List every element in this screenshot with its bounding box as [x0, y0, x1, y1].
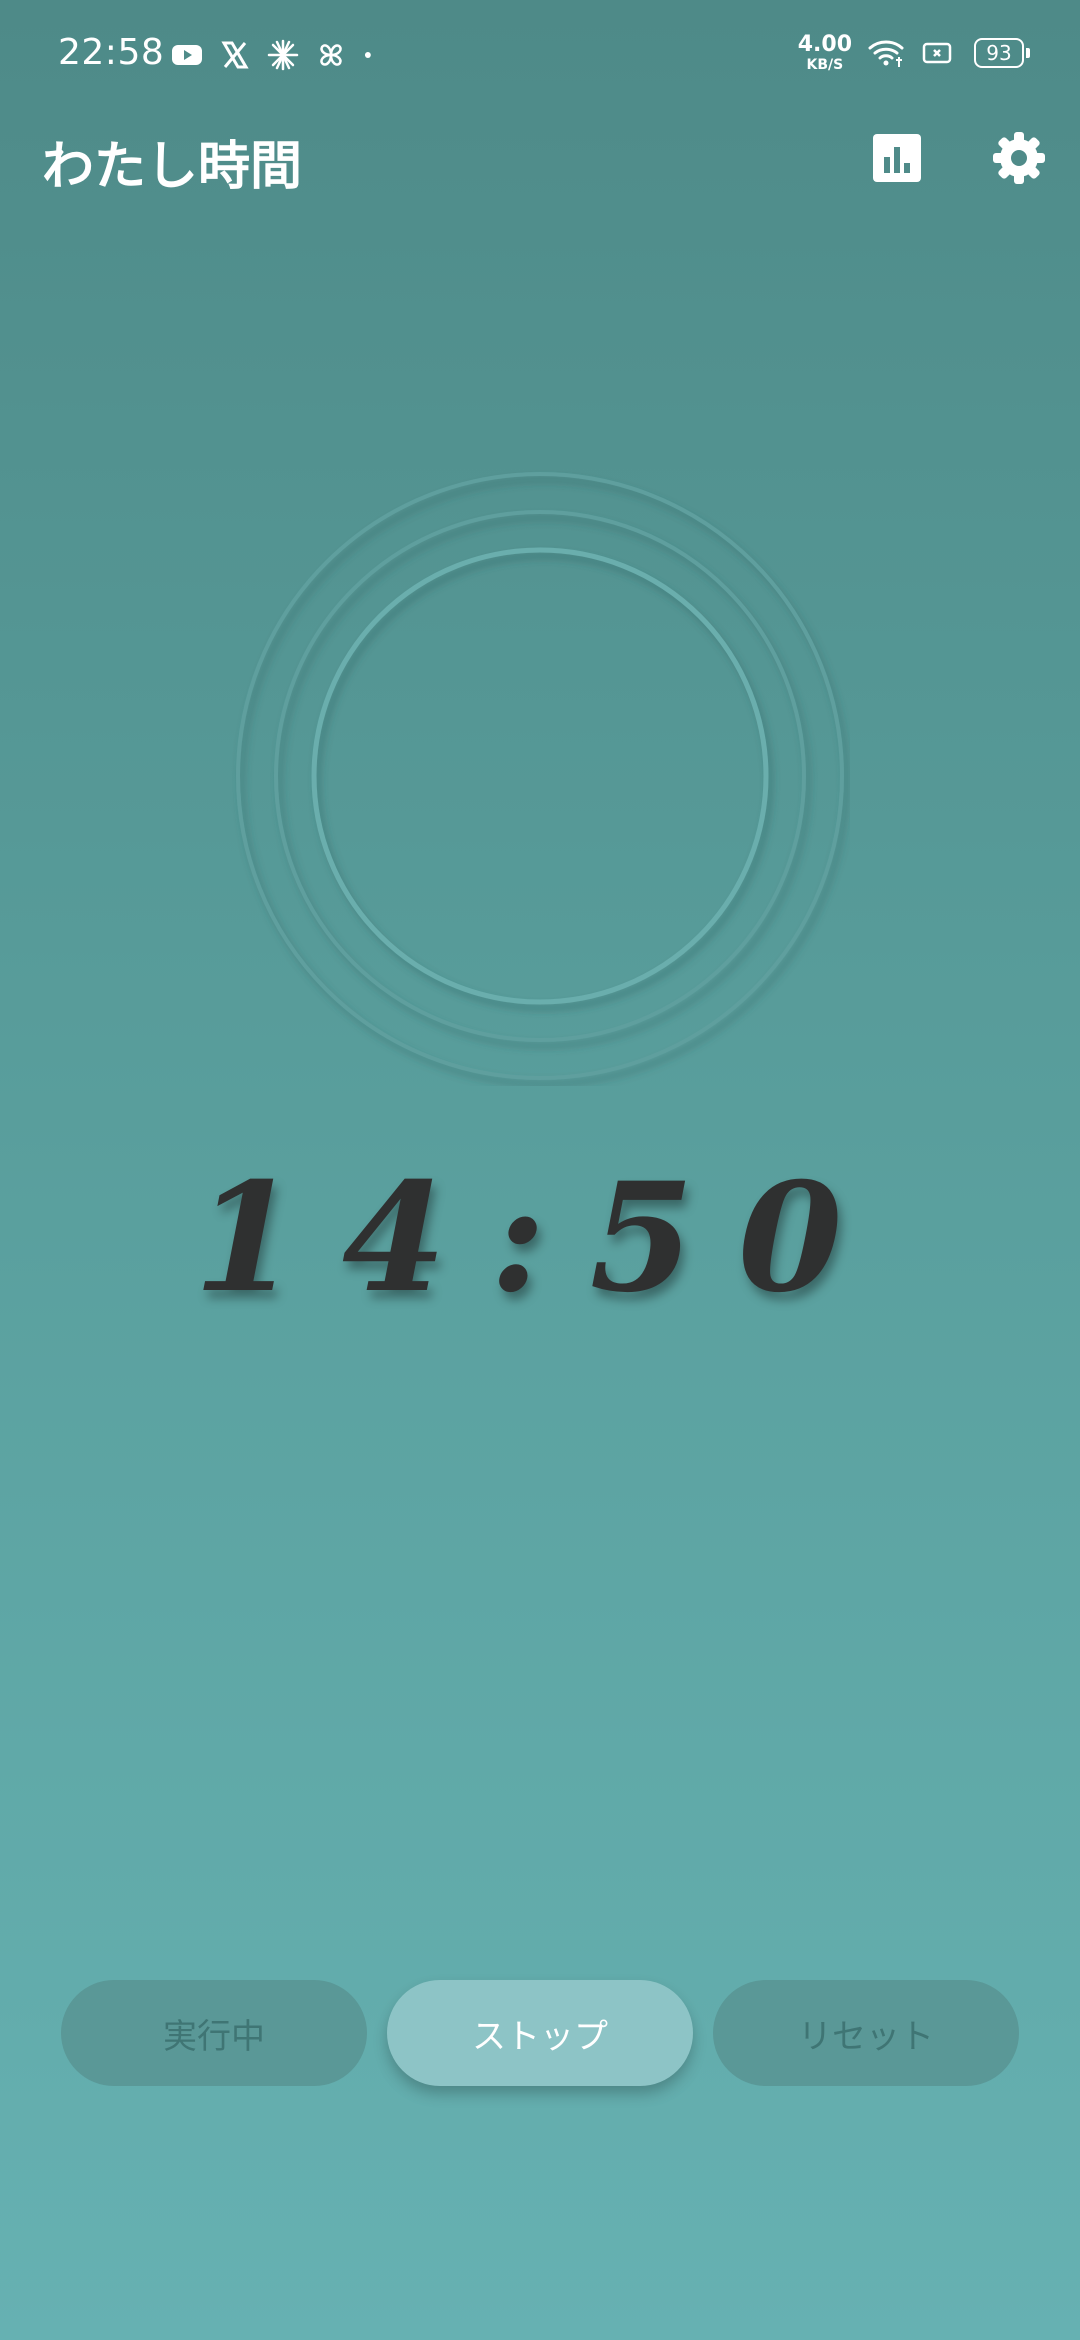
- settings-icon: [993, 132, 1045, 184]
- youtube-icon: [172, 45, 202, 65]
- x-icon: [221, 41, 249, 69]
- stop-button-label: ストップ: [472, 2016, 608, 2057]
- reset-button[interactable]: リセット: [713, 1980, 1019, 2086]
- timer-display: 14:50: [193, 1150, 887, 1326]
- dot-icon: [364, 52, 371, 58]
- screen-record-icon: [922, 42, 952, 64]
- system-icons: 4.00 KB/S 93: [797, 32, 1030, 73]
- network-speed: 4.00 KB/S: [797, 32, 852, 73]
- network-speed-unit: KB/S: [806, 57, 844, 73]
- pinwheel-icon: [320, 44, 342, 66]
- middle-ring: [274, 510, 806, 1042]
- stats-button[interactable]: [861, 122, 933, 194]
- wifi-icon: [868, 40, 904, 67]
- control-buttons: 実行中 ストップ リセット: [61, 1980, 1019, 2086]
- battery-icon: 93: [974, 38, 1030, 68]
- app-bar: わたし時間: [0, 112, 1080, 272]
- running-button-label: 実行中: [163, 2016, 265, 2057]
- app-title: わたし時間: [42, 137, 303, 197]
- status-bar: 22:58 4.00 KB/S 93: [0, 0, 1080, 112]
- battery-level: 93: [986, 41, 1012, 65]
- network-speed-value: 4.00: [797, 32, 852, 57]
- status-time: 22:58: [58, 32, 165, 73]
- notification-icons: [170, 38, 382, 72]
- running-button[interactable]: 実行中: [61, 1980, 367, 2086]
- stop-button[interactable]: ストップ: [387, 1980, 693, 2086]
- stats-icon: [873, 134, 921, 182]
- reset-button-label: リセット: [798, 2016, 934, 2057]
- progress-rings: [236, 472, 844, 1080]
- inner-ring: [311, 547, 769, 1005]
- asterisk-icon: [267, 39, 299, 71]
- outer-ring: [236, 472, 844, 1080]
- settings-button[interactable]: [983, 122, 1055, 194]
